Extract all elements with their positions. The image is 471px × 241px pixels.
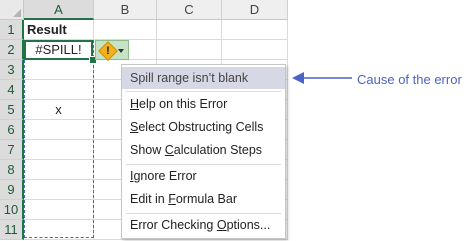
row-header-8[interactable]: 8 [0, 160, 24, 180]
menu-accelerator: F [168, 192, 176, 206]
menu-item-error-checking-options[interactable]: Error Checking Options... [122, 214, 285, 236]
menu-item-label: Error Checking [130, 218, 217, 232]
menu-item-edit-in-formula-bar[interactable]: Edit in Formula Bar [122, 188, 285, 210]
grid-cell[interactable] [222, 40, 288, 60]
row-header-2[interactable]: 2 [0, 40, 24, 60]
row-header-4[interactable]: 4 [0, 80, 24, 100]
row-header-9[interactable]: 9 [0, 180, 24, 200]
column-header-c[interactable]: C [157, 0, 222, 20]
row-header-11[interactable]: 11 [0, 220, 24, 240]
callout-arrow-head [292, 72, 304, 84]
menu-item-spill-range-not-blank: Spill range isn’t blank [122, 67, 285, 89]
row-header-6[interactable]: 6 [0, 120, 24, 140]
row-header-10[interactable]: 10 [0, 200, 24, 220]
annotation-cause-of-error: Cause of the error [357, 72, 462, 87]
callout-arrow-icon [292, 72, 352, 84]
column-header-b[interactable]: B [94, 0, 157, 20]
grid-cell[interactable] [157, 40, 222, 60]
menu-accelerator: H [130, 97, 140, 111]
cell-a1[interactable]: Result [24, 20, 94, 40]
menu-item-label-rest: ptions... [226, 218, 271, 232]
row-header-5[interactable]: 5 [0, 100, 24, 120]
row-header-3[interactable]: 3 [0, 60, 24, 80]
error-context-menu: Spill range isn’t blank Help on this Err… [121, 64, 286, 239]
row-header-1[interactable]: 1 [0, 20, 24, 40]
menu-item-select-obstructing-cells[interactable]: Select Obstructing Cells [122, 116, 285, 138]
menu-item-label-rest: ormula Bar [175, 192, 237, 206]
menu-item-ignore-error[interactable]: Ignore Error [122, 165, 285, 187]
error-options-button[interactable]: ! [95, 40, 129, 61]
menu-accelerator: O [216, 218, 227, 232]
menu-item-label-rest: elp on this Error [139, 97, 228, 111]
active-cell-border [24, 40, 93, 60]
menu-item-label: Edit in [130, 192, 169, 206]
menu-item-label-rest: gnore Error [133, 169, 197, 183]
grid-cell[interactable] [157, 20, 222, 40]
menu-item-label-rest: elect Obstructing Cells [138, 120, 264, 134]
grid-cell[interactable] [222, 20, 288, 40]
exclamation-icon: ! [106, 45, 110, 57]
chevron-down-icon [118, 49, 124, 53]
column-header-a[interactable]: A [24, 0, 94, 20]
select-all-corner[interactable] [0, 0, 24, 20]
menu-item-label: Spill range isn’t blank [130, 71, 249, 85]
spill-range-outline [24, 40, 94, 238]
menu-item-show-calculation-steps[interactable]: Show Calculation Steps [122, 139, 285, 161]
menu-item-label-rest: alculation Steps [173, 143, 263, 157]
column-header-d[interactable]: D [222, 0, 288, 20]
menu-item-help-on-error[interactable]: Help on this Error [122, 93, 285, 115]
menu-item-label: Show [130, 143, 165, 157]
grid-cell[interactable] [94, 20, 157, 40]
menu-separator [126, 91, 281, 92]
row-header-7[interactable]: 7 [0, 140, 24, 160]
menu-accelerator: C [164, 143, 174, 157]
